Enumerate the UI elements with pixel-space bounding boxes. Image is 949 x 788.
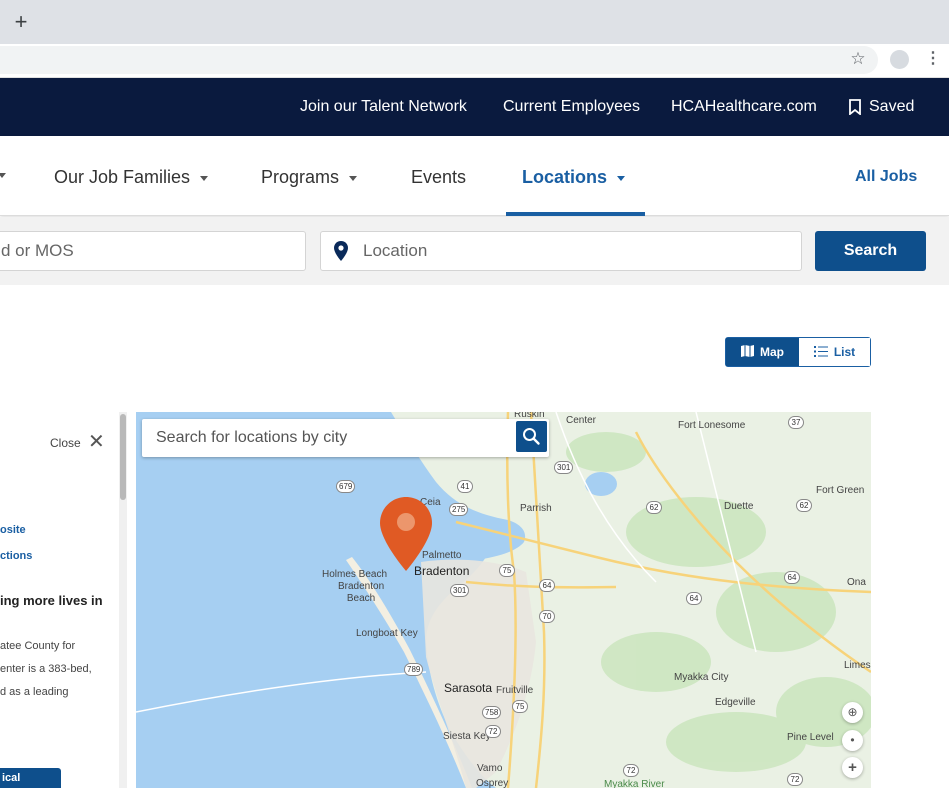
chevron-down-icon: [200, 175, 209, 181]
panel-scroll-thumb[interactable]: [120, 414, 126, 500]
keyword-input[interactable]: d or MOS: [0, 231, 306, 271]
place-label: Fort Green: [816, 485, 865, 496]
place-label: Longboat Key: [356, 628, 418, 639]
route-shield: 275: [449, 503, 469, 516]
place-label: Siesta Key: [443, 731, 491, 742]
place-label: Myakka City: [674, 672, 729, 683]
route-shield: 72: [485, 725, 501, 738]
nav-item-events[interactable]: Events: [411, 165, 466, 189]
place-label: Fort Lonesome: [678, 420, 746, 431]
route-shield: 72: [623, 764, 639, 777]
location-pin-icon: [334, 241, 348, 261]
place-label: Parrish: [520, 503, 552, 514]
place-label: Center: [566, 415, 597, 426]
route-shield: 64: [784, 571, 800, 584]
place-label: Limes: [844, 660, 871, 671]
place-label: Duette: [724, 501, 754, 512]
place-label: Osprey: [476, 778, 509, 788]
chevron-down-icon[interactable]: [0, 173, 6, 178]
route-shield: 758: [482, 706, 502, 719]
map-view-label: Map: [760, 345, 784, 359]
location-marker-icon[interactable]: [380, 497, 432, 571]
map-canvas[interactable]: Ruskin Center Fort Lonesome Fort Green D…: [136, 412, 871, 788]
chevron-down-icon: [349, 175, 358, 181]
profile-avatar[interactable]: [890, 50, 909, 69]
place-label: Vamo: [477, 763, 503, 774]
nav-item-label: Our Job Families: [54, 167, 191, 187]
close-label[interactable]: Close: [50, 435, 81, 451]
talent-network-link[interactable]: Join our Talent Network: [300, 96, 467, 118]
map-icon: [741, 339, 754, 367]
facility-heading: ing more lives in: [0, 593, 103, 608]
route-shield: 679: [336, 480, 356, 493]
route-shield: 789: [404, 663, 424, 676]
list-icon: [813, 339, 828, 367]
route-shield: 62: [796, 499, 812, 512]
nav-item-programs[interactable]: Programs: [261, 165, 358, 189]
hcahealthcare-link[interactable]: HCAHealthcare.com: [671, 96, 817, 118]
facility-description-line: atee County for: [0, 640, 76, 652]
route-shield: 301: [450, 584, 470, 597]
current-employees-link[interactable]: Current Employees: [503, 96, 640, 118]
facility-description-line: d as a leading: [0, 686, 69, 698]
nav-item-label: Locations: [522, 167, 608, 187]
place-label: Holmes Beach: [322, 569, 388, 580]
place-label: Myakka River: [604, 779, 665, 788]
nav-item-label: Events: [411, 167, 467, 187]
zoom-in-button[interactable]: +: [842, 757, 863, 778]
place-label: Bradenton Beach: [338, 581, 385, 604]
route-shield: 37: [788, 416, 804, 429]
place-label: Ona: [847, 577, 866, 588]
place-label: Sarasota: [444, 681, 493, 695]
route-shield: 301: [554, 461, 574, 474]
route-shield: 75: [512, 700, 528, 713]
nav-item-locations[interactable]: Locations: [522, 165, 626, 189]
bookmark-icon: [849, 99, 861, 116]
facility-description-line: enter is a 383-bed,: [0, 663, 92, 675]
map-search-placeholder: Search for locations by city: [156, 429, 348, 446]
map-view-button[interactable]: Map: [726, 338, 799, 366]
route-shield: 41: [457, 480, 473, 493]
search-button[interactable]: Search: [815, 231, 926, 271]
my-location-icon[interactable]: •: [842, 730, 863, 751]
map-search-button[interactable]: [516, 421, 547, 452]
route-shield: 75: [499, 564, 515, 577]
route-shield: 64: [539, 579, 555, 592]
map-base-layer: [136, 412, 871, 788]
view-jobs-button[interactable]: ical: [0, 768, 61, 788]
route-shield: 70: [539, 610, 555, 623]
star-icon[interactable]: ☆: [848, 48, 868, 70]
route-shield: 72: [787, 773, 803, 786]
place-label: Pine Level: [787, 732, 834, 743]
nav-item-job-families[interactable]: Our Job Families: [54, 165, 209, 189]
nav-item-label: Programs: [261, 167, 340, 187]
browser-tab-strip: [0, 0, 949, 44]
globe-icon[interactable]: ⊕: [842, 702, 863, 723]
address-bar[interactable]: [0, 46, 878, 74]
list-view-button[interactable]: List: [799, 338, 870, 366]
saved-link[interactable]: Saved: [869, 96, 914, 118]
all-jobs-link[interactable]: All Jobs: [855, 166, 917, 188]
place-label: Edgeville: [715, 697, 756, 708]
route-shield: 62: [646, 501, 662, 514]
place-label: Fruitville: [496, 685, 534, 696]
directions-link[interactable]: ctions: [0, 549, 32, 563]
active-nav-indicator: [506, 212, 645, 216]
search-icon: [523, 428, 540, 445]
website-link[interactable]: osite: [0, 523, 26, 537]
chevron-down-icon: [617, 175, 626, 181]
more-vert-icon[interactable]: ⋮: [925, 48, 941, 70]
location-placeholder: Location: [363, 241, 428, 260]
close-icon[interactable]: ✕: [88, 432, 106, 452]
new-tab-button[interactable]: +: [10, 9, 32, 35]
route-shield: 64: [686, 592, 702, 605]
list-view-label: List: [833, 345, 856, 359]
